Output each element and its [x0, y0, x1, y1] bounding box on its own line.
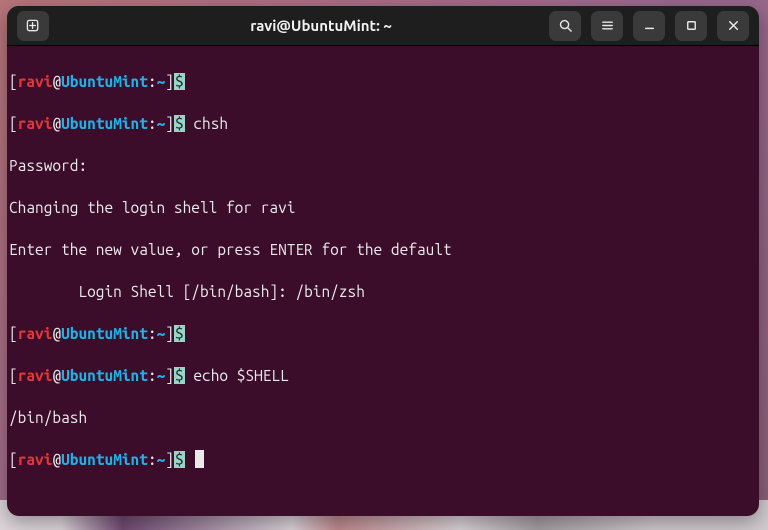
search-button[interactable] [549, 11, 581, 41]
cursor [195, 450, 204, 468]
prompt-at: @ [52, 451, 61, 468]
prompt-path: ~ [157, 73, 166, 90]
terminal-line: [ravi@UbuntuMint:~]$ echo $SHELL [9, 365, 757, 386]
prompt-user: ravi [18, 325, 53, 342]
maximize-icon [684, 18, 699, 33]
minimize-button[interactable] [633, 11, 665, 41]
prompt-close: ] [165, 325, 174, 342]
command-text: chsh [185, 115, 228, 132]
terminal-line: [ravi@UbuntuMint:~]$ [9, 323, 757, 344]
prompt-at: @ [52, 73, 61, 90]
prompt-open: [ [9, 451, 18, 468]
prompt-host: UbuntuMint [61, 451, 148, 468]
prompt-dollar: $ [174, 451, 185, 468]
terminal-line: Enter the new value, or press ENTER for … [9, 239, 757, 260]
prompt-open: [ [9, 367, 18, 384]
prompt-close: ] [165, 451, 174, 468]
window-title: ravi@UbuntuMint: ~ [101, 17, 541, 34]
prompt-colon: : [148, 451, 157, 468]
prompt-at: @ [52, 367, 61, 384]
terminal-window: ravi@UbuntuMint: ~ [7, 6, 759, 516]
titlebar-actions [549, 11, 749, 41]
prompt-at: @ [52, 115, 61, 132]
new-tab-icon [26, 18, 41, 33]
command-text: echo $SHELL [185, 367, 289, 384]
menu-icon [600, 18, 615, 33]
titlebar: ravi@UbuntuMint: ~ [7, 6, 759, 46]
prompt-host: UbuntuMint [61, 115, 148, 132]
prompt-colon: : [148, 115, 157, 132]
prompt-dollar: $ [174, 325, 185, 342]
prompt-colon: : [148, 325, 157, 342]
menu-button[interactable] [591, 11, 623, 41]
terminal-line: Login Shell [/bin/bash]: /bin/zsh [9, 281, 757, 302]
terminal-line: [ravi@UbuntuMint:~]$ chsh [9, 113, 757, 134]
terminal-line: Password: [9, 155, 757, 176]
search-icon [558, 18, 573, 33]
prompt-dollar: $ [174, 73, 185, 90]
maximize-button[interactable] [675, 11, 707, 41]
close-button[interactable] [717, 11, 749, 41]
prompt-path: ~ [157, 451, 166, 468]
prompt-open: [ [9, 115, 18, 132]
prompt-close: ] [165, 367, 174, 384]
prompt-path: ~ [157, 325, 166, 342]
prompt-colon: : [148, 73, 157, 90]
terminal-body[interactable]: [ravi@UbuntuMint:~]$ [ravi@UbuntuMint:~]… [7, 46, 759, 516]
prompt-colon: : [148, 367, 157, 384]
prompt-host: UbuntuMint [61, 73, 148, 90]
close-icon [726, 18, 741, 33]
prompt-user: ravi [18, 73, 53, 90]
prompt-close: ] [165, 73, 174, 90]
prompt-user: ravi [18, 115, 53, 132]
terminal-line: /bin/bash [9, 407, 757, 428]
prompt-user: ravi [18, 451, 53, 468]
prompt-user: ravi [18, 367, 53, 384]
terminal-line: Changing the login shell for ravi [9, 197, 757, 218]
prompt-open: [ [9, 325, 18, 342]
prompt-host: UbuntuMint [61, 367, 148, 384]
terminal-line: [ravi@UbuntuMint:~]$ [9, 71, 757, 92]
new-tab-button[interactable] [17, 11, 49, 41]
prompt-dollar: $ [174, 115, 185, 132]
prompt-path: ~ [157, 367, 166, 384]
prompt-host: UbuntuMint [61, 325, 148, 342]
command-text [185, 451, 194, 468]
minimize-icon [642, 18, 657, 33]
prompt-open: [ [9, 73, 18, 90]
prompt-path: ~ [157, 115, 166, 132]
prompt-at: @ [52, 325, 61, 342]
prompt-dollar: $ [174, 367, 185, 384]
prompt-close: ] [165, 115, 174, 132]
terminal-line: [ravi@UbuntuMint:~]$ [9, 449, 757, 470]
